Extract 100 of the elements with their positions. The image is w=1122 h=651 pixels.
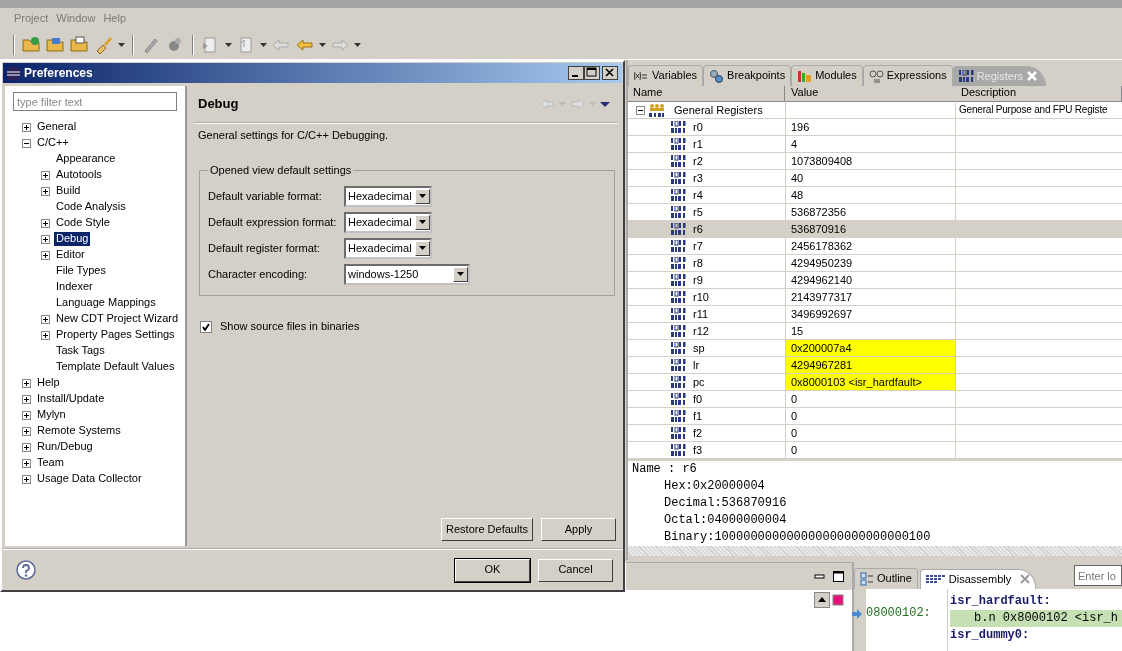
view-tab[interactable]: Modules — [791, 65, 863, 86]
field-label: Default register format: — [208, 241, 321, 255]
expand-toggle-icon[interactable] — [22, 138, 31, 148]
expand-toggle-icon[interactable] — [41, 186, 50, 196]
register-value: 0x8000103 <isr_hardfault> — [790, 375, 923, 390]
expand-toggle-icon[interactable] — [22, 394, 31, 404]
dropdown-arrow-icon[interactable] — [419, 194, 426, 199]
expand-toggle-icon[interactable] — [41, 250, 50, 260]
tree-item[interactable]: New CDT Project Wizard — [54, 312, 181, 326]
register-icon — [671, 257, 686, 269]
close-button[interactable] — [602, 66, 618, 80]
view-tab[interactable]: Variables — [628, 65, 704, 86]
detail-text: Name : r6 — [632, 461, 698, 478]
register-name: r5 — [692, 205, 703, 220]
collapse-toggle-icon[interactable] — [636, 105, 645, 115]
tree-item[interactable]: Code Analysis — [54, 200, 128, 214]
caret-icon[interactable] — [319, 42, 326, 47]
page-button[interactable]: Restore Defaults — [441, 518, 533, 541]
expand-toggle-icon[interactable] — [22, 474, 31, 484]
expand-toggle-icon[interactable] — [22, 442, 31, 452]
tree-item[interactable]: Debug — [54, 232, 91, 246]
view-tab[interactable]: Expressions — [862, 65, 953, 86]
expand-toggle-icon[interactable] — [22, 378, 31, 388]
tree-item[interactable]: Indexer — [54, 280, 95, 294]
view-tab[interactable]: Breakpoints — [703, 65, 792, 86]
tree-item[interactable]: Help — [35, 376, 62, 390]
expand-toggle-icon[interactable] — [41, 218, 50, 228]
tree-item[interactable]: Language Mappings — [54, 296, 158, 310]
scroll-up-icon[interactable] — [814, 592, 830, 608]
column-header[interactable]: Value — [785, 86, 956, 102]
caret-icon[interactable] — [118, 42, 125, 47]
expand-toggle-icon[interactable] — [41, 234, 50, 244]
tree-item[interactable]: Run/Debug — [35, 440, 95, 454]
scrollbar[interactable] — [628, 546, 1122, 556]
register-icon — [671, 121, 686, 133]
caret-icon[interactable] — [354, 42, 361, 47]
check-icon — [202, 322, 210, 331]
dropdown-arrow-icon[interactable] — [419, 246, 426, 251]
maximize-icon[interactable] — [833, 571, 844, 582]
format-dropdown[interactable]: Hexadecimal — [344, 185, 432, 207]
expand-toggle-icon[interactable] — [41, 170, 50, 180]
dialog-button[interactable]: OK — [455, 558, 530, 582]
column-header[interactable]: Description — [956, 86, 1122, 102]
format-dropdown[interactable]: windows-1250 — [344, 263, 470, 285]
caret-icon[interactable] — [260, 42, 267, 47]
filter-field[interactable]: type filter text — [13, 92, 177, 111]
tree-item[interactable]: C/C++ — [35, 136, 71, 150]
page-button[interactable]: Apply — [541, 518, 616, 541]
register-name: f2 — [692, 426, 703, 441]
expand-toggle-icon[interactable] — [22, 426, 31, 436]
register-icon — [671, 291, 686, 303]
register-value: 4294950239 — [790, 256, 854, 271]
register-description: General Purpose and FPU Registe — [958, 103, 1109, 117]
folder-icon[interactable] — [70, 34, 90, 55]
tree-item[interactable]: Team — [35, 456, 66, 470]
expand-toggle-icon[interactable] — [41, 330, 50, 340]
format-dropdown[interactable]: Hexadecimal — [344, 211, 432, 233]
minimize-button[interactable] — [568, 66, 584, 80]
address-field[interactable]: Enter lo — [1074, 565, 1122, 586]
tree-item[interactable]: Property Pages Settings — [54, 328, 177, 342]
tree-item[interactable]: Build — [54, 184, 83, 198]
tree-item[interactable]: Mylyn — [35, 408, 68, 422]
tree-item[interactable]: General — [35, 120, 79, 134]
minimize-icon[interactable] — [814, 571, 825, 582]
dropdown-arrow-icon[interactable] — [457, 272, 464, 277]
tree-item[interactable]: Install/Update — [35, 392, 107, 406]
tree-item[interactable]: Editor — [54, 248, 87, 262]
register-icon — [671, 427, 686, 439]
tree-item[interactable]: Appearance — [54, 152, 118, 166]
tree-item[interactable]: Template Default Values — [54, 360, 177, 374]
close-icon[interactable] — [1020, 574, 1031, 585]
view-tab[interactable]: Disassembly — [919, 568, 1037, 589]
register-name: r4 — [692, 188, 703, 203]
dropdown-arrow-icon[interactable] — [419, 220, 426, 225]
maximize-button[interactable] — [584, 66, 600, 80]
register-icon — [671, 172, 686, 184]
register-icon — [671, 444, 686, 456]
tree-item[interactable]: Usage Data Collector — [35, 472, 144, 486]
register-value: 3496992697 — [790, 307, 854, 322]
tree-item[interactable]: Code Style — [54, 216, 112, 230]
dialog-button[interactable]: Cancel — [538, 558, 613, 582]
stop-square-icon[interactable] — [830, 592, 846, 608]
tree-item[interactable]: File Types — [54, 264, 108, 278]
register-name: r6 — [692, 222, 703, 237]
help-icon[interactable] — [16, 560, 36, 580]
menu-icon[interactable] — [600, 101, 610, 107]
format-dropdown[interactable]: Hexadecimal — [344, 237, 432, 259]
tree-item[interactable]: Autotools — [54, 168, 104, 182]
register-name: r11 — [692, 307, 709, 322]
checkbox[interactable] — [200, 320, 212, 333]
expand-toggle-icon[interactable] — [22, 410, 31, 420]
tree-item[interactable]: Remote Systems — [35, 424, 123, 438]
expand-toggle-icon[interactable] — [22, 122, 31, 132]
expand-toggle-icon[interactable] — [41, 314, 50, 324]
view-tab[interactable]: Outline — [854, 568, 918, 589]
column-header[interactable]: Name — [628, 86, 785, 102]
tree-item[interactable]: Task Tags — [54, 344, 107, 358]
expand-toggle-icon[interactable] — [22, 458, 31, 468]
detail-text: Binary:100000000000000000000000000100 — [663, 529, 932, 546]
caret-icon[interactable] — [225, 42, 232, 47]
